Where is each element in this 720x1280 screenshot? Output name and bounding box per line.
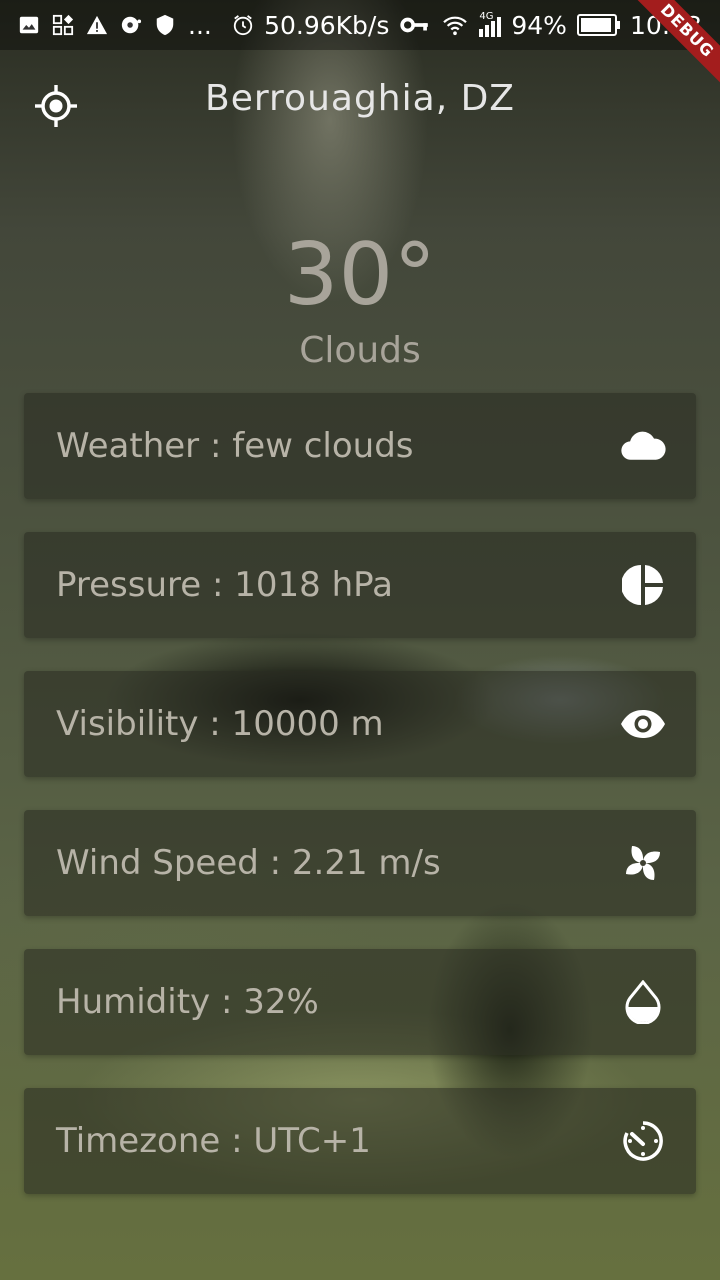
wifi-icon: [443, 16, 468, 36]
visibility-card: Visibility : 10000 m: [24, 671, 696, 777]
temperature: 30°: [283, 225, 437, 325]
vpn-key-icon: [400, 17, 429, 33]
cloud-icon: [620, 423, 666, 469]
image-notification-icon: [19, 16, 39, 34]
battery-icon: [576, 14, 620, 36]
timezone-card: Timezone : UTC+1: [24, 1088, 696, 1194]
warning-icon: [86, 15, 108, 35]
network-type-label: 4G: [479, 11, 494, 22]
wind-speed-label: Wind Speed : 2.21 m/s: [56, 843, 441, 883]
pressure-label: Pressure : 1018 hPa: [56, 565, 393, 605]
status-bar: ... 50.96Kb/s 4G 94% 10:43: [0, 0, 720, 50]
app-header: Berrouaghia, DZ: [0, 60, 720, 150]
timezone-label: Timezone : UTC+1: [56, 1121, 371, 1161]
weather-screen: ... 50.96Kb/s 4G 94% 10:43 DEB: [0, 0, 720, 1280]
weather-condition: Clouds: [299, 330, 421, 371]
water-drop-icon: [620, 979, 666, 1025]
fan-icon: [620, 840, 666, 886]
visibility-label: Visibility : 10000 m: [56, 704, 384, 744]
humidity-label: Humidity : 32%: [56, 982, 319, 1022]
timer-icon: [620, 1118, 666, 1164]
status-bar-notifications: ...: [0, 11, 212, 40]
eye-icon: [620, 701, 666, 747]
humidity-card: Humidity : 32%: [24, 949, 696, 1055]
wind-speed-card: Wind Speed : 2.21 m/s: [24, 810, 696, 916]
battery-percent: 94%: [511, 10, 567, 40]
pie-chart-icon: [620, 562, 666, 608]
network-speed: 50.96Kb/s: [264, 10, 390, 40]
apps-notification-icon: [52, 14, 74, 36]
disc-icon: [121, 16, 142, 34]
city-title: Berrouaghia, DZ: [205, 78, 515, 119]
status-bar-system: 50.96Kb/s 4G 94% 10:43: [232, 11, 720, 40]
pressure-card: Pressure : 1018 hPa: [24, 532, 696, 638]
more-notifications-indicator: ...: [188, 10, 212, 40]
cellular-signal-icon: 4G: [479, 11, 502, 37]
alarm-icon: [233, 15, 253, 36]
weather-label: Weather : few clouds: [56, 426, 414, 466]
shield-icon: [156, 14, 174, 36]
weather-card: Weather : few clouds: [24, 393, 696, 499]
